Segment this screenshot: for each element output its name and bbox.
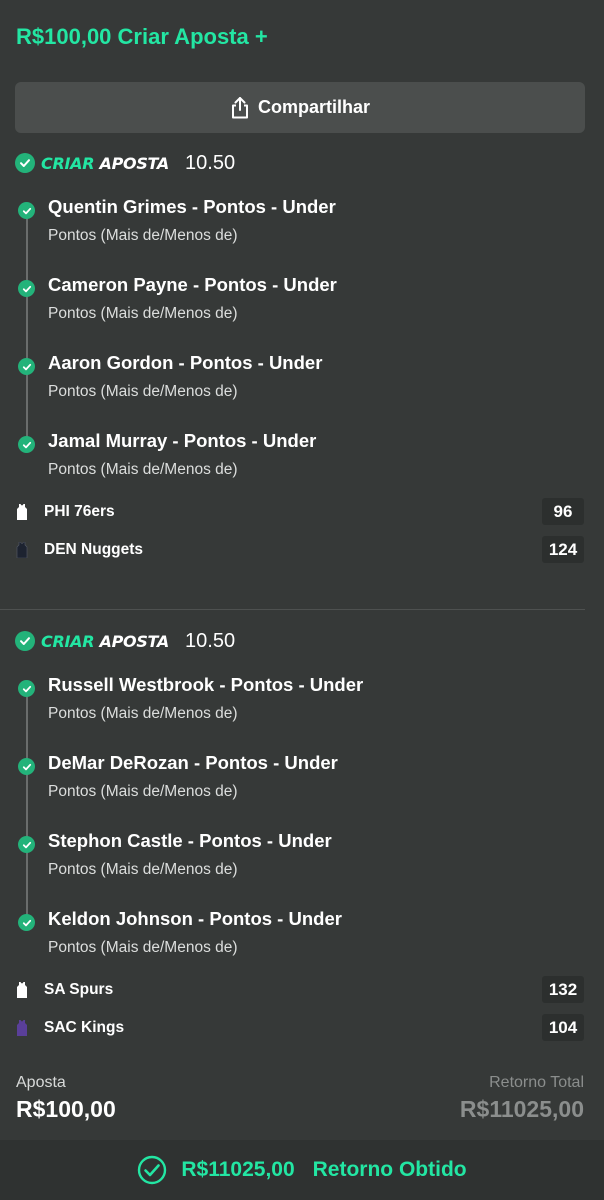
- return-obtained-bar: R$11025,00 Retorno Obtido: [0, 1140, 604, 1200]
- selection-market: Pontos (Mais de/Menos de): [48, 461, 238, 478]
- selection-item: Russell Westbrook - Pontos - Under Ponto…: [0, 674, 604, 734]
- bet-brand: CRIAR APOSTA: [41, 632, 169, 651]
- team-name: DEN Nuggets: [44, 541, 144, 558]
- team-name: SA Spurs: [44, 981, 114, 998]
- selection-market: Pontos (Mais de/Menos de): [48, 705, 238, 722]
- selection-market: Pontos (Mais de/Menos de): [48, 383, 238, 400]
- selection-title: Russell Westbrook - Pontos - Under: [48, 674, 364, 695]
- return-obtained-label: Retorno Obtido: [312, 1158, 467, 1181]
- team-row: DEN Nuggets 124: [0, 536, 604, 564]
- divider: [0, 609, 585, 610]
- check-icon: [18, 202, 35, 219]
- bet-brand: CRIAR APOSTA: [41, 154, 169, 173]
- bet-header: CRIAR APOSTA 10.50: [15, 150, 235, 176]
- jersey-icon: [17, 982, 27, 998]
- selection-market: Pontos (Mais de/Menos de): [48, 305, 238, 322]
- return-obtained-amount: R$11025,00: [181, 1158, 295, 1181]
- team-row: PHI 76ers 96: [0, 498, 604, 526]
- selection-item: Keldon Johnson - Pontos - Under Pontos (…: [0, 908, 604, 968]
- selection-title: Stephon Castle - Pontos - Under: [48, 830, 332, 851]
- team-score: 96: [542, 498, 584, 525]
- check-icon: [18, 280, 35, 297]
- team-row: SA Spurs 132: [0, 976, 604, 1004]
- total-return-label: Retorno Total: [489, 1074, 584, 1091]
- selection-title: DeMar DeRozan - Pontos - Under: [48, 752, 338, 773]
- stake-value: R$100,00: [16, 1096, 116, 1122]
- jersey-icon: [17, 1020, 27, 1036]
- check-icon: [18, 914, 35, 931]
- selection-item: Quentin Grimes - Pontos - Under Pontos (…: [0, 196, 604, 256]
- check-icon: [18, 436, 35, 453]
- selection-market: Pontos (Mais de/Menos de): [48, 861, 238, 878]
- brand-part-2: APOSTA: [99, 153, 170, 173]
- selection-market: Pontos (Mais de/Menos de): [48, 783, 238, 800]
- share-label: Compartilhar: [257, 97, 371, 117]
- team-score: 132: [542, 976, 584, 1003]
- selection-title: Aaron Gordon - Pontos - Under: [48, 352, 323, 373]
- selection-item: Jamal Murray - Pontos - Under Pontos (Ma…: [0, 430, 604, 490]
- check-icon: [18, 758, 35, 775]
- brand-part-1: CRIAR: [41, 631, 95, 651]
- selection-title: Keldon Johnson - Pontos - Under: [48, 908, 342, 929]
- check-circle-icon: [15, 631, 35, 651]
- selection-item: DeMar DeRozan - Pontos - Under Pontos (M…: [0, 752, 604, 812]
- selection-market: Pontos (Mais de/Menos de): [48, 939, 238, 956]
- check-circle-icon: [138, 1155, 167, 1185]
- brand-part-2: APOSTA: [99, 631, 170, 651]
- stake-label: Aposta: [16, 1074, 66, 1091]
- selection-title: Quentin Grimes - Pontos - Under: [48, 196, 336, 217]
- check-icon: [18, 680, 35, 697]
- team-name: PHI 76ers: [44, 503, 115, 520]
- jersey-icon: [16, 542, 28, 558]
- bet-header: CRIAR APOSTA 10.50: [15, 628, 235, 654]
- team-row: SAC Kings 104: [0, 1014, 604, 1042]
- selection-item: Cameron Payne - Pontos - Under Pontos (M…: [0, 274, 604, 334]
- team-score: 124: [542, 536, 584, 563]
- team-score: 104: [542, 1014, 584, 1041]
- check-circle-icon: [15, 153, 35, 173]
- share-icon: [231, 96, 248, 118]
- share-button[interactable]: Compartilhar: [15, 82, 585, 133]
- bet-odds: 10.50: [185, 629, 236, 652]
- selection-item: Stephon Castle - Pontos - Under Pontos (…: [0, 830, 604, 890]
- jersey-icon: [17, 504, 27, 520]
- total-return-value: R$11025,00: [459, 1096, 584, 1122]
- selection-title: Jamal Murray - Pontos - Under: [48, 430, 317, 451]
- selection-item: Aaron Gordon - Pontos - Under Pontos (Ma…: [0, 352, 604, 412]
- check-icon: [18, 358, 35, 375]
- check-icon: [18, 836, 35, 853]
- brand-part-1: CRIAR: [41, 153, 95, 173]
- team-name: SAC Kings: [44, 1019, 125, 1036]
- selection-title: Cameron Payne - Pontos - Under: [48, 274, 337, 295]
- bet-odds: 10.50: [185, 151, 236, 174]
- selection-market: Pontos (Mais de/Menos de): [48, 227, 238, 244]
- page-title[interactable]: R$100,00 Criar Aposta +: [16, 24, 268, 50]
